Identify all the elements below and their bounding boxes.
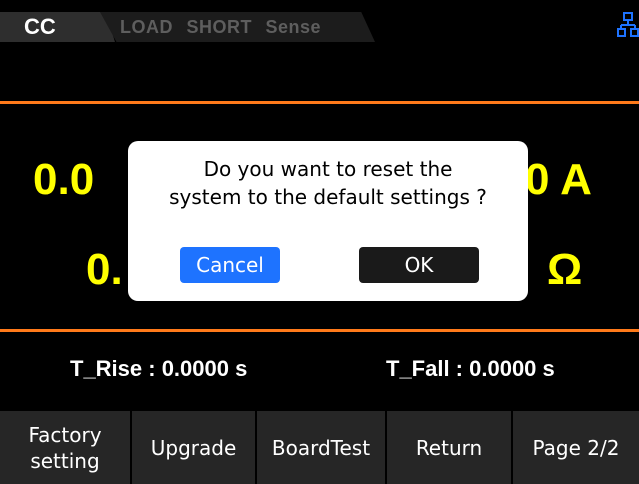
separator-top [0,101,639,104]
softkey-menu: Factory setting Upgrade BoardTest Return… [0,411,639,484]
resistance-unit: Ω [547,245,583,294]
dialog-message-line2: system to the default settings ? [169,185,487,209]
network-icon [617,12,639,37]
menu-page[interactable]: Page 2/2 [513,411,639,484]
status-bar: CC LOAD SHORT Sense [0,0,639,42]
fall-time: T_Fall : 0.0000 s [386,356,555,381]
dialog-message: Do you want to reset the system to the d… [128,155,528,211]
reset-confirm-dialog: Do you want to reset the system to the d… [128,141,528,301]
cancel-button[interactable]: Cancel [180,247,280,283]
menu-factory-setting[interactable]: Factory setting [0,411,132,484]
current-reading-right: 0 A [525,155,592,204]
mode-tabs-inactive[interactable]: LOAD SHORT Sense [100,12,375,42]
ok-button[interactable]: OK [359,247,479,283]
dialog-message-line1: Do you want to reset the [203,157,453,181]
separator-bottom [0,329,639,332]
current-reading-left: 0.0 [33,155,95,204]
resistance-reading-left: 0. [86,245,123,294]
menu-upgrade[interactable]: Upgrade [132,411,257,484]
mode-tab-active[interactable]: CC [0,12,115,42]
rise-time: T_Rise : 0.0000 s [70,356,248,381]
menu-return[interactable]: Return [387,411,513,484]
menu-boardtest[interactable]: BoardTest [257,411,387,484]
